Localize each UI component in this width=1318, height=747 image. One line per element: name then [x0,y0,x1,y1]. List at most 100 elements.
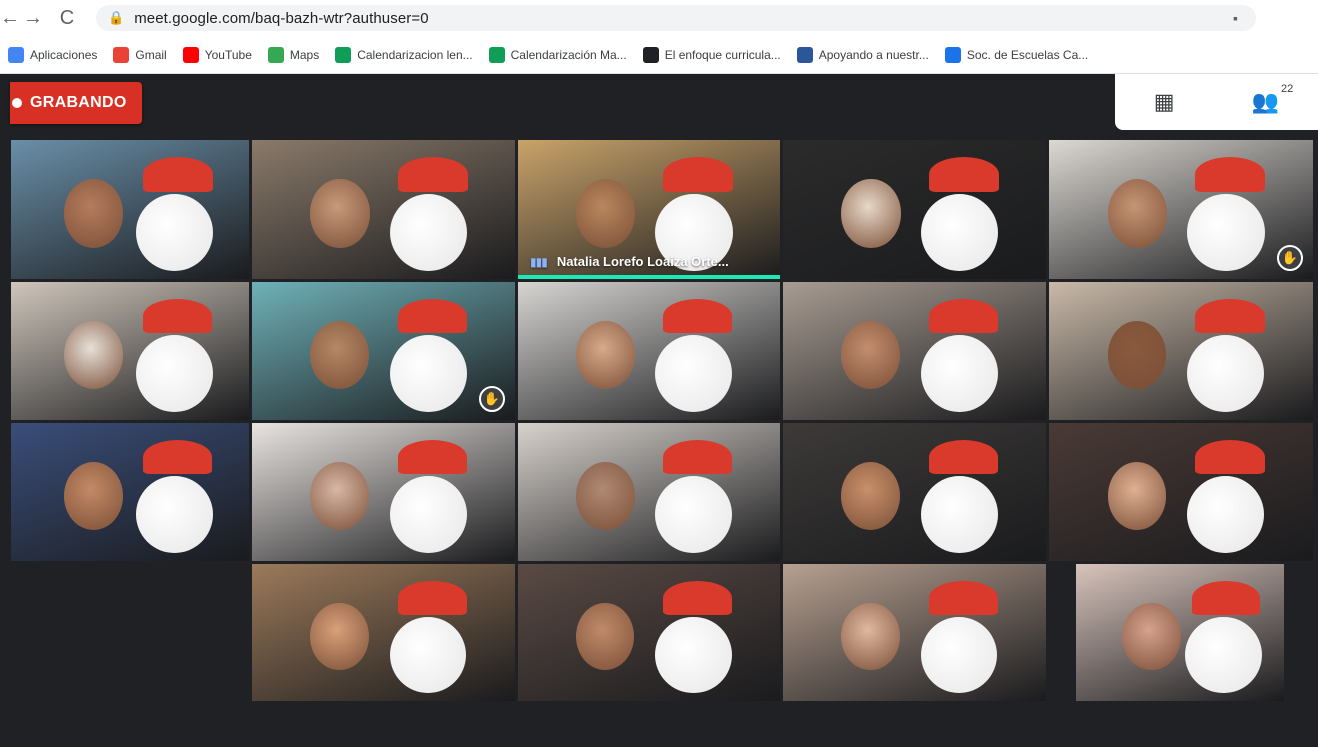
video-tile[interactable] [1048,422,1314,562]
participant-face [63,179,124,248]
bookmark-label: Maps [289,47,320,62]
participant-face [841,602,900,671]
layout-grid-icon[interactable]: ▦ [1154,89,1175,115]
video-tile[interactable] [517,281,781,421]
santa-craft [135,476,213,554]
doc-icon [642,46,659,63]
bookmark-item[interactable]: Calendarizacion len... [335,46,473,63]
video-tile[interactable] [10,422,250,562]
video-tile[interactable] [1075,563,1285,702]
santa-hat [143,156,213,192]
bookmark-item[interactable]: Maps [267,46,320,63]
participant-face [310,602,369,671]
participant-face [576,321,635,389]
participant-face [1107,321,1167,389]
meet-top-controls: ▦ 👥 22 [1115,74,1318,130]
participant-face [576,462,635,530]
santa-hat [1195,156,1266,192]
participants-button[interactable]: 👥 22 [1251,83,1293,115]
video-tile[interactable] [251,139,516,280]
site-icon [944,46,961,63]
bookmark-star-icon[interactable]: ▪ [1233,10,1238,26]
video-tile[interactable] [1048,281,1314,421]
audio-level-icon: ▮▮▮ [530,254,548,269]
bookmark-item[interactable]: Apoyando a nuestr... [796,46,929,63]
sheets-icon [335,46,352,63]
participant-face [63,321,123,389]
people-icon: 👥 [1251,89,1280,114]
santa-hat [397,298,468,334]
santa-craft [389,193,468,272]
active-speaker-indicator [518,275,780,279]
santa-hat [1191,580,1261,616]
video-tile[interactable]: ▮▮▮ Natalia Lorefo Loaiza Orte... [517,139,781,280]
video-tile[interactable] [782,422,1047,562]
bookmark-label: Calendarizacion len... [357,47,473,62]
video-tile[interactable] [10,139,250,280]
santa-craft [389,335,467,413]
recording-badge: GRABANDO [10,82,142,124]
raised-hand-icon: ✋ [479,386,505,412]
santa-craft [1187,476,1265,554]
video-tile[interactable] [517,422,781,562]
url-text: meet.google.com/baq-bazh-wtr?authuser=0 [134,9,429,27]
address-bar[interactable]: 🔒 meet.google.com/baq-bazh-wtr?authuser=… [96,5,1256,31]
participant-count: 22 [1281,83,1294,95]
meet-stage: ▮▮▮ Natalia Lorefo Loaiza Orte... ✋ ✋ GRABA… [0,74,1318,747]
participant-face [841,179,901,248]
bookmark-item[interactable]: Calendarización Ma... [488,46,627,63]
santa-hat [397,156,468,192]
bookmark-label: Apoyando a nuestr... [818,47,929,62]
santa-craft [920,616,998,694]
participant-face [1122,602,1181,671]
participant-face [1107,462,1167,530]
word-icon [796,46,813,63]
bookmark-item[interactable]: Aplicaciones [8,46,97,63]
santa-craft [1187,193,1265,272]
participant-face [63,462,123,530]
lock-icon: 🔒 [108,10,125,25]
youtube-icon [182,46,199,63]
santa-hat [397,580,467,616]
bookmark-item[interactable]: El enfoque curricula... [642,46,781,63]
participant-face [576,602,635,671]
video-tile[interactable] [782,281,1047,421]
santa-hat [663,156,733,192]
video-tile[interactable] [782,139,1047,280]
santa-hat [1195,439,1265,475]
bookmark-label: YouTube [204,47,252,62]
santa-hat [663,580,732,616]
santa-craft [1185,616,1262,694]
video-tile[interactable] [517,563,781,702]
santa-craft [1187,335,1265,413]
reload-button[interactable]: C [50,7,84,30]
video-tile[interactable] [251,563,516,702]
bookmark-item[interactable]: YouTube [182,46,252,63]
santa-hat [928,156,999,192]
santa-hat [663,298,733,334]
santa-hat [1195,298,1265,334]
bookmark-label: El enfoque curricula... [664,47,781,62]
video-tile[interactable] [782,563,1047,702]
santa-craft [135,193,214,272]
bookmark-item[interactable]: Gmail [113,46,167,63]
bookmark-label: Calendarización Ma... [510,47,627,62]
participant-face [310,462,370,530]
video-tile[interactable]: ✋ [251,281,516,421]
video-tile[interactable]: ✋ [1048,139,1314,280]
video-tile[interactable] [10,281,250,421]
video-tile[interactable] [251,422,516,562]
santa-craft [389,476,467,554]
santa-craft [920,335,998,413]
santa-hat [928,580,998,616]
gmail-icon [113,46,130,63]
back-button[interactable]: ← [0,7,20,30]
forward-button[interactable]: → [16,7,50,30]
maps-icon [267,46,284,63]
apps-icon [8,46,24,63]
santa-hat [143,439,213,475]
bookmark-item[interactable]: Soc. de Escuelas Ca... [944,46,1088,63]
santa-craft [655,616,732,694]
santa-hat [928,439,999,475]
speaker-name: Natalia Lorefo Loaiza Orte... [556,254,729,269]
